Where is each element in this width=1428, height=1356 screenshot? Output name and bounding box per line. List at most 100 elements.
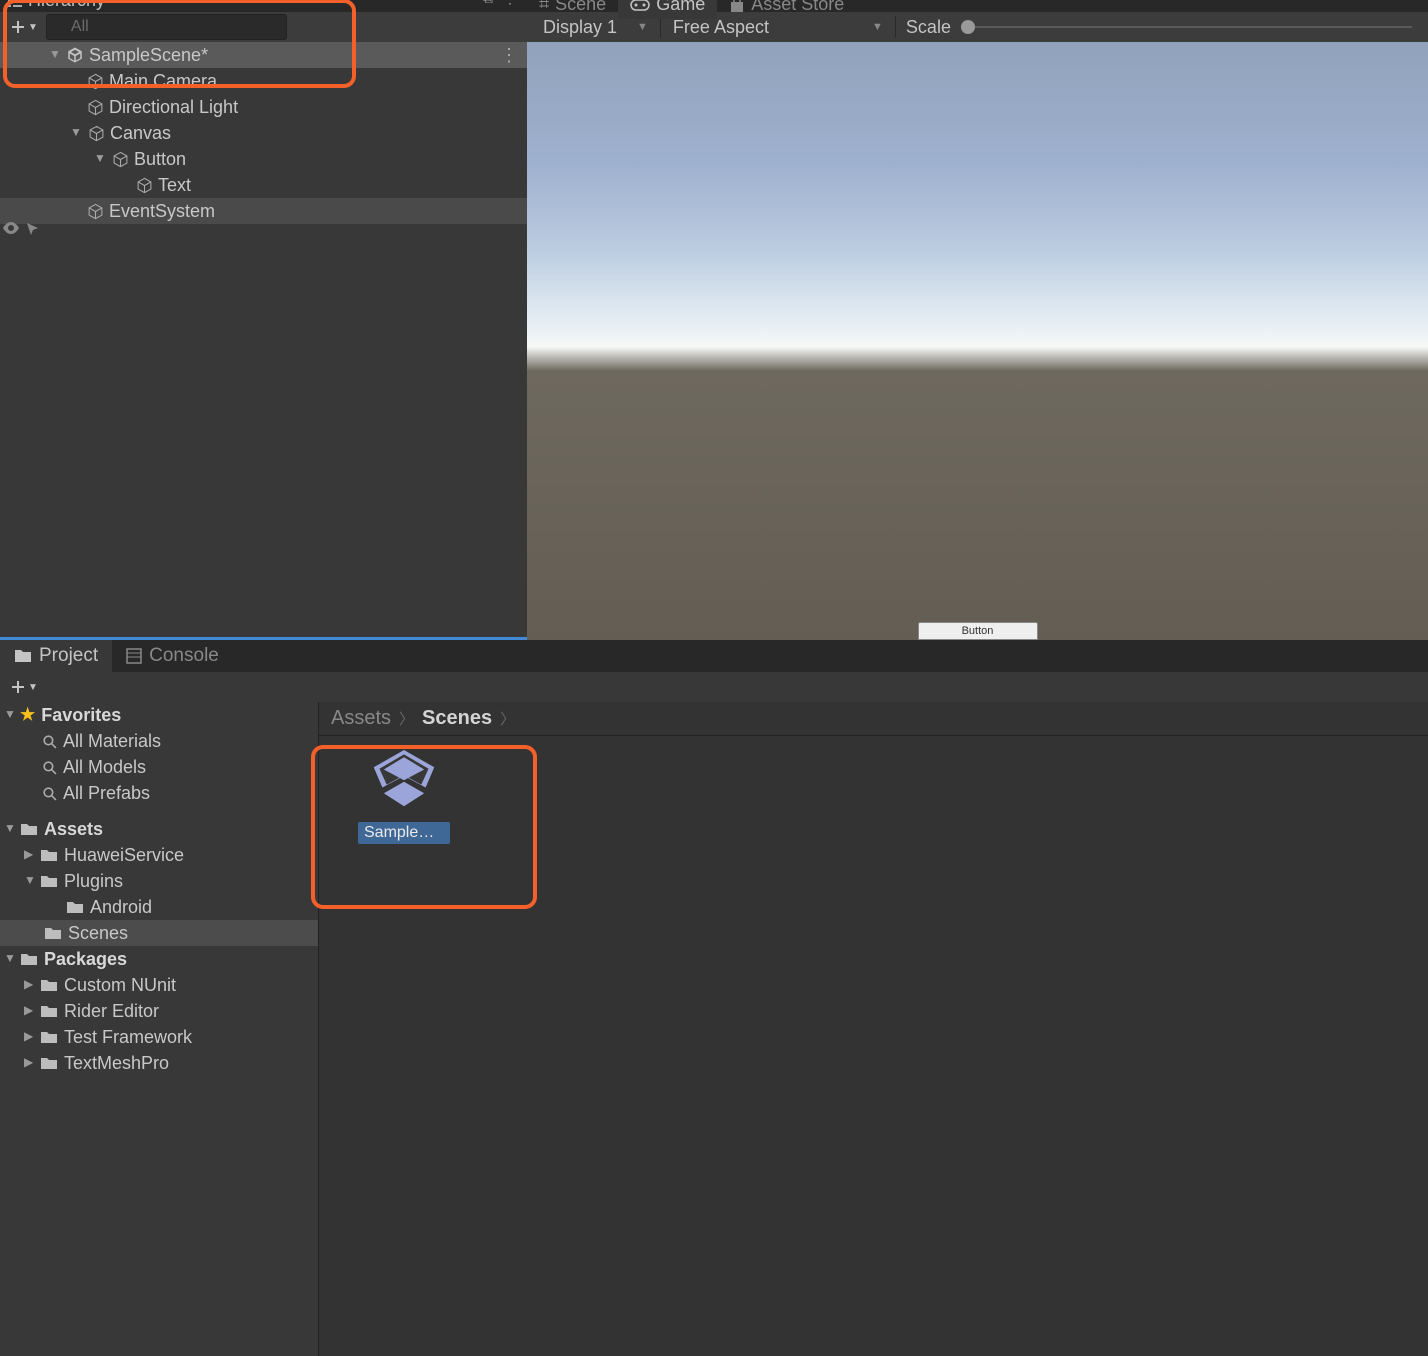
hierarchy-item-main-camera[interactable]: Main Camera <box>0 68 527 94</box>
folder-huaweiservice[interactable]: ▶ HuaweiService <box>0 842 318 868</box>
expand-arrow-icon[interactable]: ▼ <box>4 707 20 721</box>
dropdown-label: Free Aspect <box>673 17 769 38</box>
item-label: All Prefabs <box>63 783 150 804</box>
expand-arrow-icon[interactable]: ▼ <box>4 821 20 835</box>
tab-project[interactable]: Project <box>0 639 112 673</box>
hierarchy-item-text[interactable]: Text <box>0 172 527 198</box>
folder-icon <box>20 822 38 837</box>
breadcrumb-current[interactable]: Scenes <box>422 707 492 730</box>
gameobject-icon <box>85 71 105 91</box>
favorite-all-prefabs[interactable]: All Prefabs <box>0 780 318 806</box>
expand-arrow-icon[interactable]: ▼ <box>49 47 65 61</box>
add-gameobject-button[interactable]: ▼ <box>6 17 42 37</box>
eye-icon[interactable] <box>2 221 20 235</box>
package-test-framework[interactable]: ▶ Test Framework <box>0 1024 318 1050</box>
expand-arrow-icon[interactable]: ▼ <box>4 951 20 965</box>
hierarchy-tab-label: Hierarchy <box>28 0 105 11</box>
search-icon <box>42 786 57 801</box>
hierarchy-tab[interactable]: Hierarchy <box>8 0 105 11</box>
expand-arrow-icon[interactable]: ▶ <box>24 1055 40 1069</box>
folder-icon <box>40 874 58 889</box>
project-section: Project Console ▼ ▼ ★ Favorites All Mate… <box>0 640 1428 1356</box>
pick-icon[interactable] <box>24 221 42 235</box>
package-rider-editor[interactable]: ▶ Rider Editor <box>0 998 318 1024</box>
gameobject-icon <box>110 149 130 169</box>
favorite-all-models[interactable]: All Models <box>0 754 318 780</box>
expand-arrow-icon[interactable]: ▶ <box>24 1003 40 1017</box>
expand-arrow-icon[interactable]: ▶ <box>24 1029 40 1043</box>
expand-arrow-icon[interactable]: ▼ <box>24 873 40 887</box>
chevron-right-icon: 〉 <box>500 708 515 729</box>
add-asset-button[interactable]: ▼ <box>6 677 42 697</box>
item-label: Scenes <box>68 923 128 944</box>
expand-arrow-icon[interactable]: ▼ <box>70 125 86 139</box>
tab-label: Project <box>39 645 98 667</box>
unity-scene-icon <box>65 45 85 65</box>
scene-icon: ⌗ <box>539 0 549 15</box>
tab-label: Scene <box>555 0 606 15</box>
tab-label: Console <box>149 645 219 667</box>
hierarchy-item-directional-light[interactable]: Directional Light <box>0 94 527 120</box>
tab-console[interactable]: Console <box>112 639 233 673</box>
favorites-header[interactable]: ▼ ★ Favorites <box>0 702 318 728</box>
package-custom-nunit[interactable]: ▶ Custom NUnit <box>0 972 318 998</box>
gameobject-icon <box>85 201 105 221</box>
chevron-down-icon: ▼ <box>28 682 38 693</box>
hierarchy-item-button[interactable]: ▼ Button <box>0 146 527 172</box>
popout-icon[interactable]: ⧉ <box>483 0 493 7</box>
tab-label: Asset Store <box>751 0 844 15</box>
asset-samplescene[interactable]: SampleSc... <box>357 750 451 844</box>
item-label: TextMeshPro <box>64 1053 169 1074</box>
favorite-all-materials[interactable]: All Materials <box>0 728 318 754</box>
scale-label: Scale <box>898 17 959 38</box>
visibility-toggles <box>2 221 42 235</box>
assets-header[interactable]: ▼ Assets <box>0 816 318 842</box>
hierarchy-search-input[interactable] <box>46 14 287 40</box>
expand-arrow-icon[interactable]: ▶ <box>24 977 40 991</box>
hierarchy-item-canvas[interactable]: ▼ Canvas <box>0 120 527 146</box>
game-view-button[interactable]: Button <box>918 622 1038 640</box>
expand-arrow-icon[interactable]: ▼ <box>94 151 110 165</box>
folder-plugins[interactable]: ▼ Plugins <box>0 868 318 894</box>
list-icon <box>8 0 22 8</box>
game-view[interactable]: Button <box>527 42 1428 640</box>
breadcrumb-root[interactable]: Assets <box>331 707 391 730</box>
tab-game[interactable]: Game <box>618 0 717 19</box>
item-label: Main Camera <box>109 71 217 92</box>
item-label: All Materials <box>63 731 161 752</box>
folder-icon <box>40 1030 58 1045</box>
item-label: Canvas <box>110 123 171 144</box>
scene-row[interactable]: ▼ SampleScene* ⋮ <box>0 42 527 68</box>
scale-slider[interactable] <box>961 26 1422 28</box>
item-label: Plugins <box>64 871 123 892</box>
scene-more-icon[interactable]: ⋮ <box>500 45 518 66</box>
dropdown-label: Display 1 <box>543 17 617 38</box>
packages-header[interactable]: ▼ Packages <box>0 946 318 972</box>
item-label: All Models <box>63 757 146 778</box>
slider-thumb[interactable] <box>961 20 975 34</box>
project-tab-bar: Project Console <box>0 640 1428 672</box>
package-textmeshpro[interactable]: ▶ TextMeshPro <box>0 1050 318 1076</box>
tab-menu-icon[interactable]: ⋮ <box>503 0 517 7</box>
search-icon <box>42 760 57 775</box>
expand-arrow-icon[interactable]: ▶ <box>24 847 40 861</box>
store-icon <box>729 0 745 13</box>
hierarchy-item-eventsystem[interactable]: EventSystem <box>0 198 527 224</box>
chevron-right-icon: 〉 <box>399 708 414 729</box>
hierarchy-panel: Hierarchy ⧉ ⋮ ▼ ▼ <box>0 0 527 640</box>
item-label: Text <box>158 175 191 196</box>
hierarchy-toolbar: ▼ <box>0 12 527 42</box>
packages-label: Packages <box>44 949 127 970</box>
asset-grid[interactable]: SampleSc... <box>319 736 1428 858</box>
folder-android[interactable]: Android <box>0 894 318 920</box>
folder-scenes[interactable]: Scenes <box>0 920 318 946</box>
game-icon <box>630 0 650 12</box>
star-icon: ★ <box>20 705 35 725</box>
tab-scene[interactable]: ⌗ Scene <box>527 0 618 19</box>
tab-label: Game <box>656 0 705 15</box>
scene-panel: ⌗ Scene Game Asset Store Display 1 ▼ <box>527 0 1428 640</box>
item-label: Android <box>90 897 152 918</box>
unity-scene-icon <box>367 750 441 812</box>
gameobject-icon <box>134 175 154 195</box>
tab-asset-store[interactable]: Asset Store <box>717 0 856 19</box>
